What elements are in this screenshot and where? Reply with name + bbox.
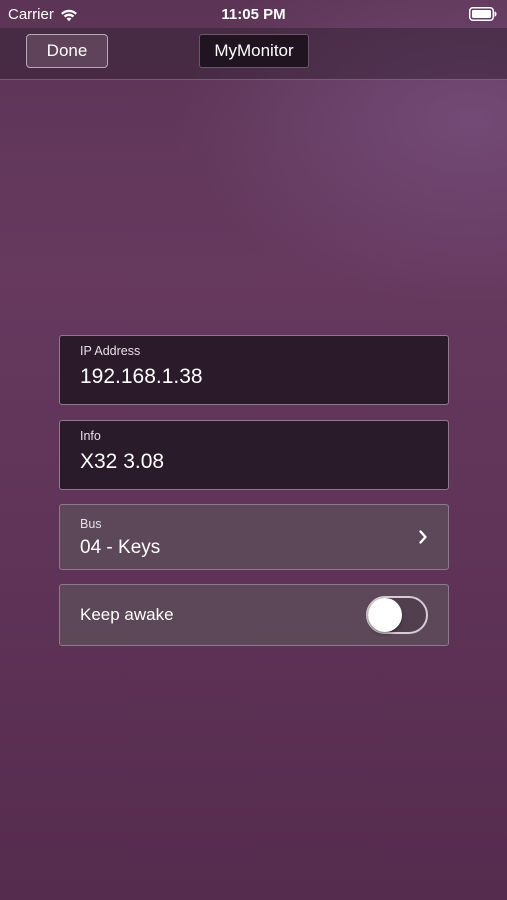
info-label: Info (80, 429, 101, 443)
chevron-right-icon (419, 530, 427, 544)
ip-address-label: IP Address (80, 344, 141, 358)
done-button[interactable]: Done (26, 34, 108, 68)
page-title: MyMonitor (199, 34, 309, 68)
bus-label: Bus (80, 517, 102, 531)
keep-awake-row: Keep awake (59, 584, 449, 646)
navigation-bar: Done MyMonitor (0, 28, 507, 80)
status-bar: Carrier 11:05 PM (0, 0, 507, 28)
toggle-knob (368, 598, 402, 632)
battery-icon (469, 7, 497, 21)
ip-address-field[interactable]: IP Address 192.168.1.38 (59, 335, 449, 405)
status-time: 11:05 PM (221, 6, 286, 23)
info-field: Info X32 3.08 (59, 420, 449, 490)
keep-awake-toggle[interactable] (366, 596, 428, 634)
ip-address-value[interactable]: 192.168.1.38 (80, 365, 203, 389)
bus-value: 04 - Keys (80, 537, 161, 558)
keep-awake-label: Keep awake (80, 605, 174, 624)
bus-selector[interactable]: Bus 04 - Keys (59, 504, 449, 570)
info-value: X32 3.08 (80, 450, 165, 473)
